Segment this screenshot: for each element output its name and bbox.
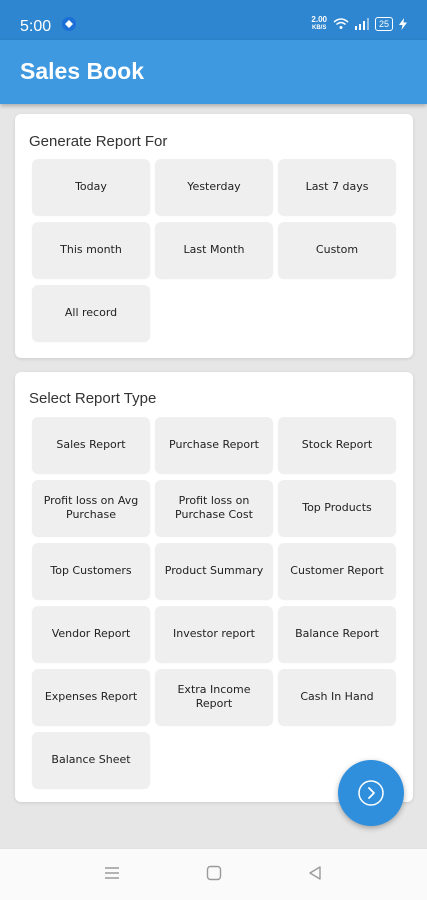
menu-icon[interactable] (104, 865, 120, 881)
balance-report-button[interactable]: Balance Report (278, 606, 396, 662)
period-yesterday-button[interactable]: Yesterday (155, 159, 273, 215)
chevron-right-icon (358, 780, 384, 806)
report-options-grid: Sales Report Purchase Report Stock Repor… (32, 417, 396, 788)
status-icons: 2.00 KB/S 25 (311, 16, 407, 32)
system-nav-bar (0, 848, 427, 900)
notification-icon (62, 17, 76, 31)
investor-report-button[interactable]: Investor report (155, 606, 273, 662)
net-speed: 2.00 KB/S (311, 15, 327, 32)
period-all-record-button[interactable]: All record (32, 285, 150, 341)
period-section-title: Generate Report For (29, 133, 168, 150)
profit-loss-purchase-cost-button[interactable]: Profit loss on Purchase Cost (155, 480, 273, 536)
period-last-7-days-button[interactable]: Last 7 days (278, 159, 396, 215)
top-customers-button[interactable]: Top Customers (32, 543, 150, 599)
top-products-button[interactable]: Top Products (278, 480, 396, 536)
sales-report-button[interactable]: Sales Report (32, 417, 150, 473)
purchase-report-button[interactable]: Purchase Report (155, 417, 273, 473)
expenses-report-button[interactable]: Expenses Report (32, 669, 150, 725)
app-title: Sales Book (20, 58, 144, 84)
profit-loss-avg-purchase-button[interactable]: Profit loss on Avg Purchase (32, 480, 150, 536)
vendor-report-button[interactable]: Vendor Report (32, 606, 150, 662)
period-options-grid: Today Yesterday Last 7 days This month L… (32, 159, 396, 341)
period-last-month-button[interactable]: Last Month (155, 222, 273, 278)
battery-icon: 25 (374, 17, 393, 31)
report-section-title: Select Report Type (29, 390, 157, 407)
wifi-icon (333, 18, 349, 29)
product-summary-button[interactable]: Product Summary (155, 543, 273, 599)
status-time: 5:00 (20, 18, 52, 35)
customer-report-button[interactable]: Customer Report (278, 543, 396, 599)
stock-report-button[interactable]: Stock Report (278, 417, 396, 473)
period-today-button[interactable]: Today (32, 159, 150, 215)
balance-sheet-button[interactable]: Balance Sheet (32, 732, 150, 788)
extra-income-report-button[interactable]: Extra Income Report (155, 669, 273, 725)
period-custom-button[interactable]: Custom (278, 222, 396, 278)
status-bar: 5:00 2.00 KB/S 25 (0, 0, 427, 40)
signal-icon (354, 18, 369, 30)
back-triangle-icon[interactable] (307, 865, 323, 881)
cash-in-hand-button[interactable]: Cash In Hand (278, 669, 396, 725)
app-bar: Sales Book (0, 40, 427, 104)
report-type-card: Select Report Type Sales Report Purchase… (15, 372, 413, 802)
home-square-icon[interactable] (206, 865, 222, 881)
period-this-month-button[interactable]: This month (32, 222, 150, 278)
charging-icon (399, 18, 407, 30)
next-fab-button[interactable] (338, 760, 404, 826)
period-card: Generate Report For Today Yesterday Last… (15, 114, 413, 358)
